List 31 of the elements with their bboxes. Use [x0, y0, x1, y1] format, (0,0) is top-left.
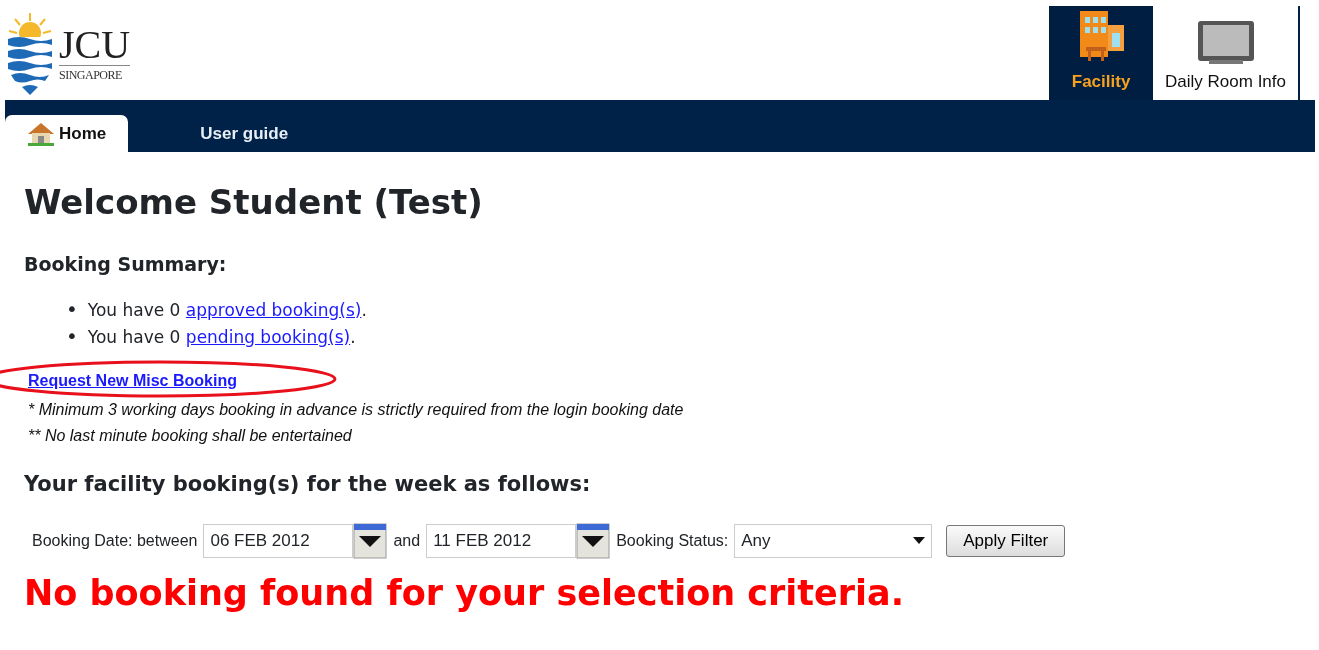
module-tab[interactable]: Daily Room Info — [1153, 6, 1298, 100]
section-heading: Booking Summary: — [24, 252, 228, 276]
field-label: Booking Date: between — [32, 530, 198, 551]
bullet: • — [66, 322, 78, 349]
no-results-message: No booking found for your selection criteria. — [24, 571, 905, 615]
home-icon — [27, 121, 55, 146]
logo-subtitle: SINGAPORE — [59, 64, 131, 84]
calendar-icon[interactable] — [353, 522, 388, 559]
booking-note: ** No last minute booking shall be entertained — [28, 425, 353, 446]
summary-item: You have 0 approved booking(s). — [87, 298, 367, 322]
status-select[interactable]: Any — [734, 523, 933, 558]
section-heading: Your facility booking(s) for the week as follows: — [24, 471, 592, 497]
field-label: Booking Status: — [616, 530, 729, 551]
booking-link[interactable]: pending booking(s) — [185, 326, 351, 347]
tv-icon — [1196, 18, 1255, 65]
booking-note: * Minimum 3 working days booking in advance is strictly required from the login booking date — [28, 399, 685, 420]
summary-item: You have 0 pending booking(s). — [87, 325, 356, 349]
calendar-icon[interactable] — [576, 522, 611, 559]
module-tab[interactable]: Facility — [1049, 6, 1154, 100]
bullet: • — [66, 295, 78, 322]
logo-icon — [5, 11, 55, 97]
page-heading: Welcome Student (Test) — [24, 182, 484, 223]
nav-tab[interactable]: Home — [5, 115, 129, 152]
dropdown-icon — [913, 537, 926, 545]
date-field[interactable]: 11 FEB 2012 — [426, 523, 577, 558]
logo-text: JCU — [59, 24, 131, 65]
nav-tab[interactable]: User guide — [178, 115, 311, 152]
apply-filter-button[interactable]: Apply Filter — [946, 524, 1066, 557]
field-label: and — [393, 530, 421, 551]
date-field[interactable]: 06 FEB 2012 — [203, 523, 354, 558]
booking-link[interactable]: approved booking(s) — [185, 299, 362, 320]
